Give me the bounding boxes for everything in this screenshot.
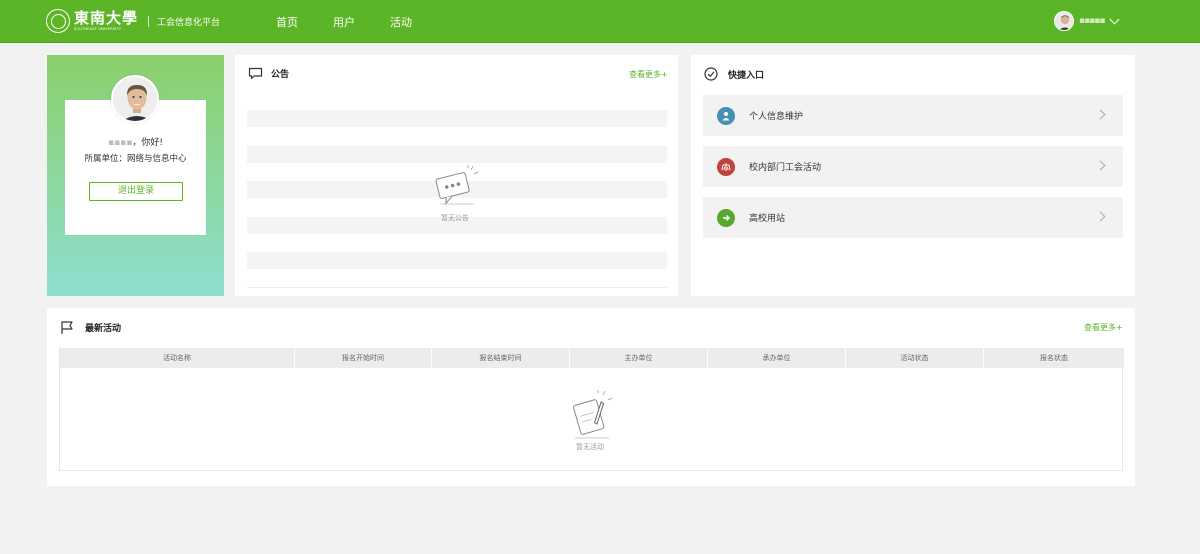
quick-link-label: 校内部门工会活动 <box>749 163 822 173</box>
user-name: ▪▪▪▪▪ <box>1079 16 1105 26</box>
chevron-right-icon <box>1095 160 1106 171</box>
notice-title: 公告 <box>248 67 289 80</box>
greeting-text: ，你好! <box>132 138 163 148</box>
activities-more-link[interactable]: 查看更多+ <box>1084 322 1123 333</box>
logo-english-name: SOUTHEAST UNIVERSITY <box>74 26 122 31</box>
quick-link-union-activities[interactable]: 校内部门工会活动 <box>703 146 1123 187</box>
notice-panel: 公告 查看更多+ 暂无公告 <box>235 55 678 296</box>
notice-title-text: 公告 <box>271 70 290 80</box>
person-icon <box>717 106 735 125</box>
quick-link-university-site[interactable]: 高校用站 <box>703 197 1123 238</box>
notice-placeholder-row <box>247 252 667 269</box>
arrow-right-icon <box>717 208 735 227</box>
profile-avatar <box>111 75 159 123</box>
main-nav: 首页 用户 活动 <box>276 14 447 30</box>
chevron-right-icon <box>1095 211 1106 222</box>
nav-activities[interactable]: 活动 <box>390 14 412 30</box>
activities-title: 最新活动 <box>60 320 121 335</box>
nav-home[interactable]: 首页 <box>276 14 298 30</box>
column-signup-status[interactable]: 报名状态 <box>984 348 1124 368</box>
column-organizer[interactable]: 承办单位 <box>708 348 846 368</box>
union-icon <box>717 157 735 176</box>
chevron-down-icon <box>1109 14 1119 24</box>
quick-link-label: 个人信息维护 <box>749 112 804 122</box>
column-signup-start[interactable]: 报名开始时间 <box>295 348 432 368</box>
column-activity-status[interactable]: 活动状态 <box>846 348 984 368</box>
logout-button[interactable]: 退出登录 <box>89 182 183 201</box>
platform-subtitle: 工会信息化平台 <box>157 17 221 28</box>
top-header: 東南大學 SOUTHEAST UNIVERSITY 工会信息化平台 首页 用户 … <box>0 0 1200 43</box>
check-circle-icon <box>704 67 718 81</box>
logo-divider <box>148 15 150 27</box>
masked-username: ▪▪▪▪ <box>107 138 133 148</box>
column-host[interactable]: 主办单位 <box>570 348 708 368</box>
quick-link-profile[interactable]: 个人信息维护 <box>703 95 1123 136</box>
quick-links-title: 快捷入口 <box>704 67 764 81</box>
notice-divider <box>247 287 667 288</box>
notice-more-link[interactable]: 查看更多+ <box>629 69 668 80</box>
chevron-right-icon <box>1095 109 1106 120</box>
notice-placeholder-row <box>247 110 667 127</box>
activities-panel: 最新活动 查看更多+ 活动名称 报名开始时间 报名结束时间 主办单位 承办单位 … <box>47 308 1135 486</box>
nav-users[interactable]: 用户 <box>333 14 355 30</box>
logo-chinese-name: 東南大學 <box>74 8 139 27</box>
user-avatar <box>1054 11 1074 31</box>
comment-icon <box>248 67 263 80</box>
column-activity-name[interactable]: 活动名称 <box>60 348 295 368</box>
empty-activity-icon <box>573 390 613 439</box>
quick-links-title-text: 快捷入口 <box>728 70 765 81</box>
quick-links-panel: 快捷入口 个人信息维护 校内部门工会活动 高校用站 <box>691 55 1135 296</box>
notice-empty-state: 暂无公告 <box>430 165 480 223</box>
organization-label: 所属单位：网络与信息中心 <box>84 154 187 164</box>
notice-placeholder-row <box>247 146 667 163</box>
activities-empty-state: 暂无活动 <box>565 390 615 452</box>
university-logo[interactable]: 東南大學 SOUTHEAST UNIVERSITY 工会信息化平台 <box>46 9 220 33</box>
empty-notice-icon <box>435 165 479 206</box>
greeting: ▪▪▪▪，你好! <box>65 135 206 148</box>
flag-icon <box>61 321 73 334</box>
profile-card: ▪▪▪▪，你好! 所属单位：网络与信息中心 退出登录 <box>47 55 224 296</box>
column-signup-end[interactable]: 报名结束时间 <box>432 348 570 368</box>
activities-table: 活动名称 报名开始时间 报名结束时间 主办单位 承办单位 活动状态 报名状态 暂… <box>59 348 1124 471</box>
activities-title-text: 最新活动 <box>85 324 122 334</box>
university-seal-icon <box>46 9 70 33</box>
user-menu[interactable]: ▪▪▪▪▪ <box>1054 11 1119 31</box>
quick-link-label: 高校用站 <box>749 214 786 224</box>
table-header: 活动名称 报名开始时间 报名结束时间 主办单位 承办单位 活动状态 报名状态 <box>60 348 1124 368</box>
